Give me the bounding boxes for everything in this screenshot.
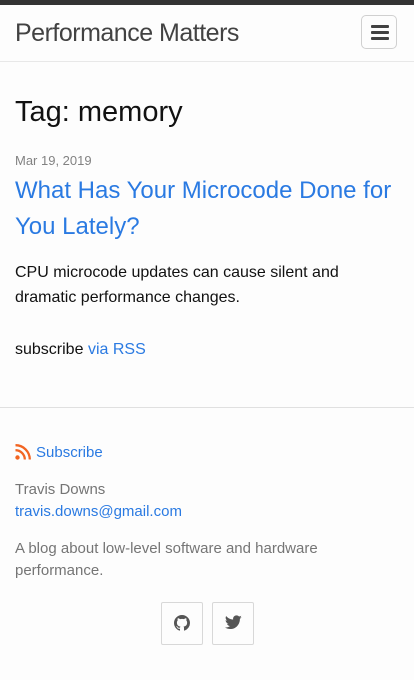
page-heading: Tag: memory xyxy=(15,96,183,128)
post-title-link[interactable]: What Has Your Microcode Done for You Lat… xyxy=(15,173,405,245)
footer-author-name: Travis Downs xyxy=(15,481,106,498)
footer-description: A blog about low-level software and hard… xyxy=(15,540,318,579)
subscribe-text: subscribe xyxy=(15,341,84,358)
twitter-icon xyxy=(225,615,242,630)
twitter-button[interactable] xyxy=(212,602,254,645)
rss-icon xyxy=(15,444,31,460)
footer-subscribe-link[interactable]: Subscribe xyxy=(15,443,103,461)
site-title-link[interactable]: Performance Matters xyxy=(15,18,239,48)
github-icon xyxy=(174,615,190,631)
footer-email-link[interactable]: travis.downs@gmail.com xyxy=(15,502,182,522)
menu-toggle-button[interactable] xyxy=(361,15,397,49)
github-button[interactable] xyxy=(161,602,203,645)
post-excerpt: CPU microcode updates can cause silent a… xyxy=(15,264,339,306)
subscribe-line: subscribe via RSS xyxy=(15,339,146,361)
hamburger-menu-icon xyxy=(371,25,389,40)
footer-subscribe-label: Subscribe xyxy=(36,443,103,461)
footer-divider xyxy=(0,407,414,408)
site-header: Performance Matters xyxy=(0,5,414,62)
rss-link[interactable]: via RSS xyxy=(88,341,146,358)
post-date: Mar 19, 2019 xyxy=(15,153,92,168)
